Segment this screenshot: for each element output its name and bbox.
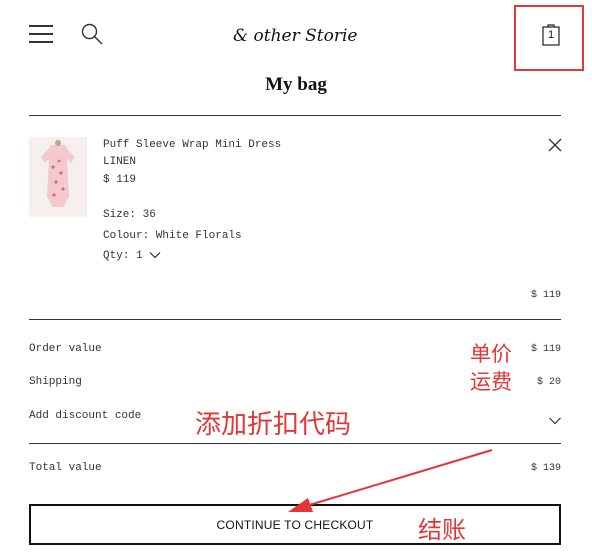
item-line-total: $ 119	[530, 290, 561, 301]
shipping-label: Shipping	[29, 376, 82, 388]
remove-item-close-icon[interactable]	[547, 137, 563, 153]
site-header: & other Stories 1	[0, 0, 592, 71]
chevron-down-icon[interactable]	[548, 413, 562, 425]
continue-to-checkout-button[interactable]: CONTINUE TO CHECKOUT	[29, 504, 561, 545]
product-name[interactable]: Puff Sleeve Wrap Mini Dress	[103, 139, 281, 151]
divider	[29, 115, 561, 116]
order-value-amount: $ 119	[530, 344, 561, 355]
search-icon[interactable]	[80, 22, 104, 46]
svg-text:& other Stories: & other Stories	[233, 26, 357, 46]
add-discount-code-toggle[interactable]: Add discount code	[29, 410, 141, 422]
hamburger-menu-icon[interactable]	[29, 23, 53, 45]
product-material: LINEN	[103, 156, 137, 168]
divider	[29, 443, 561, 444]
order-value-label: Order value	[29, 343, 102, 355]
page-title: My bag	[265, 74, 327, 95]
product-colour: Colour: White Florals	[103, 230, 242, 242]
total-value-label: Total value	[29, 462, 102, 474]
quantity-label: Qty: 1	[103, 250, 143, 262]
product-price: $ 119	[103, 174, 137, 186]
annotation-add-discount: 添加折扣代码	[195, 410, 352, 440]
product-size: Size: 36	[103, 209, 156, 221]
annotation-checkout: 结账	[418, 516, 466, 544]
brand-logo[interactable]: & other Stories	[233, 22, 366, 48]
bag-page: & other Stories 1 My bag Puff Sleeve Wra…	[0, 0, 592, 560]
checkout-button-label: CONTINUE TO CHECKOUT	[216, 517, 374, 532]
product-image[interactable]	[29, 137, 87, 217]
total-value-amount: $ 139	[530, 463, 561, 474]
chevron-down-icon	[149, 252, 161, 259]
annotation-unit-price: 单价	[470, 342, 512, 366]
quantity-selector[interactable]: Qty: 1	[103, 250, 161, 262]
divider	[29, 319, 561, 320]
annotation-highlight-box	[514, 5, 584, 71]
shipping-amount: $ 20	[536, 377, 561, 388]
annotation-shipping-fee: 运费	[470, 370, 512, 394]
